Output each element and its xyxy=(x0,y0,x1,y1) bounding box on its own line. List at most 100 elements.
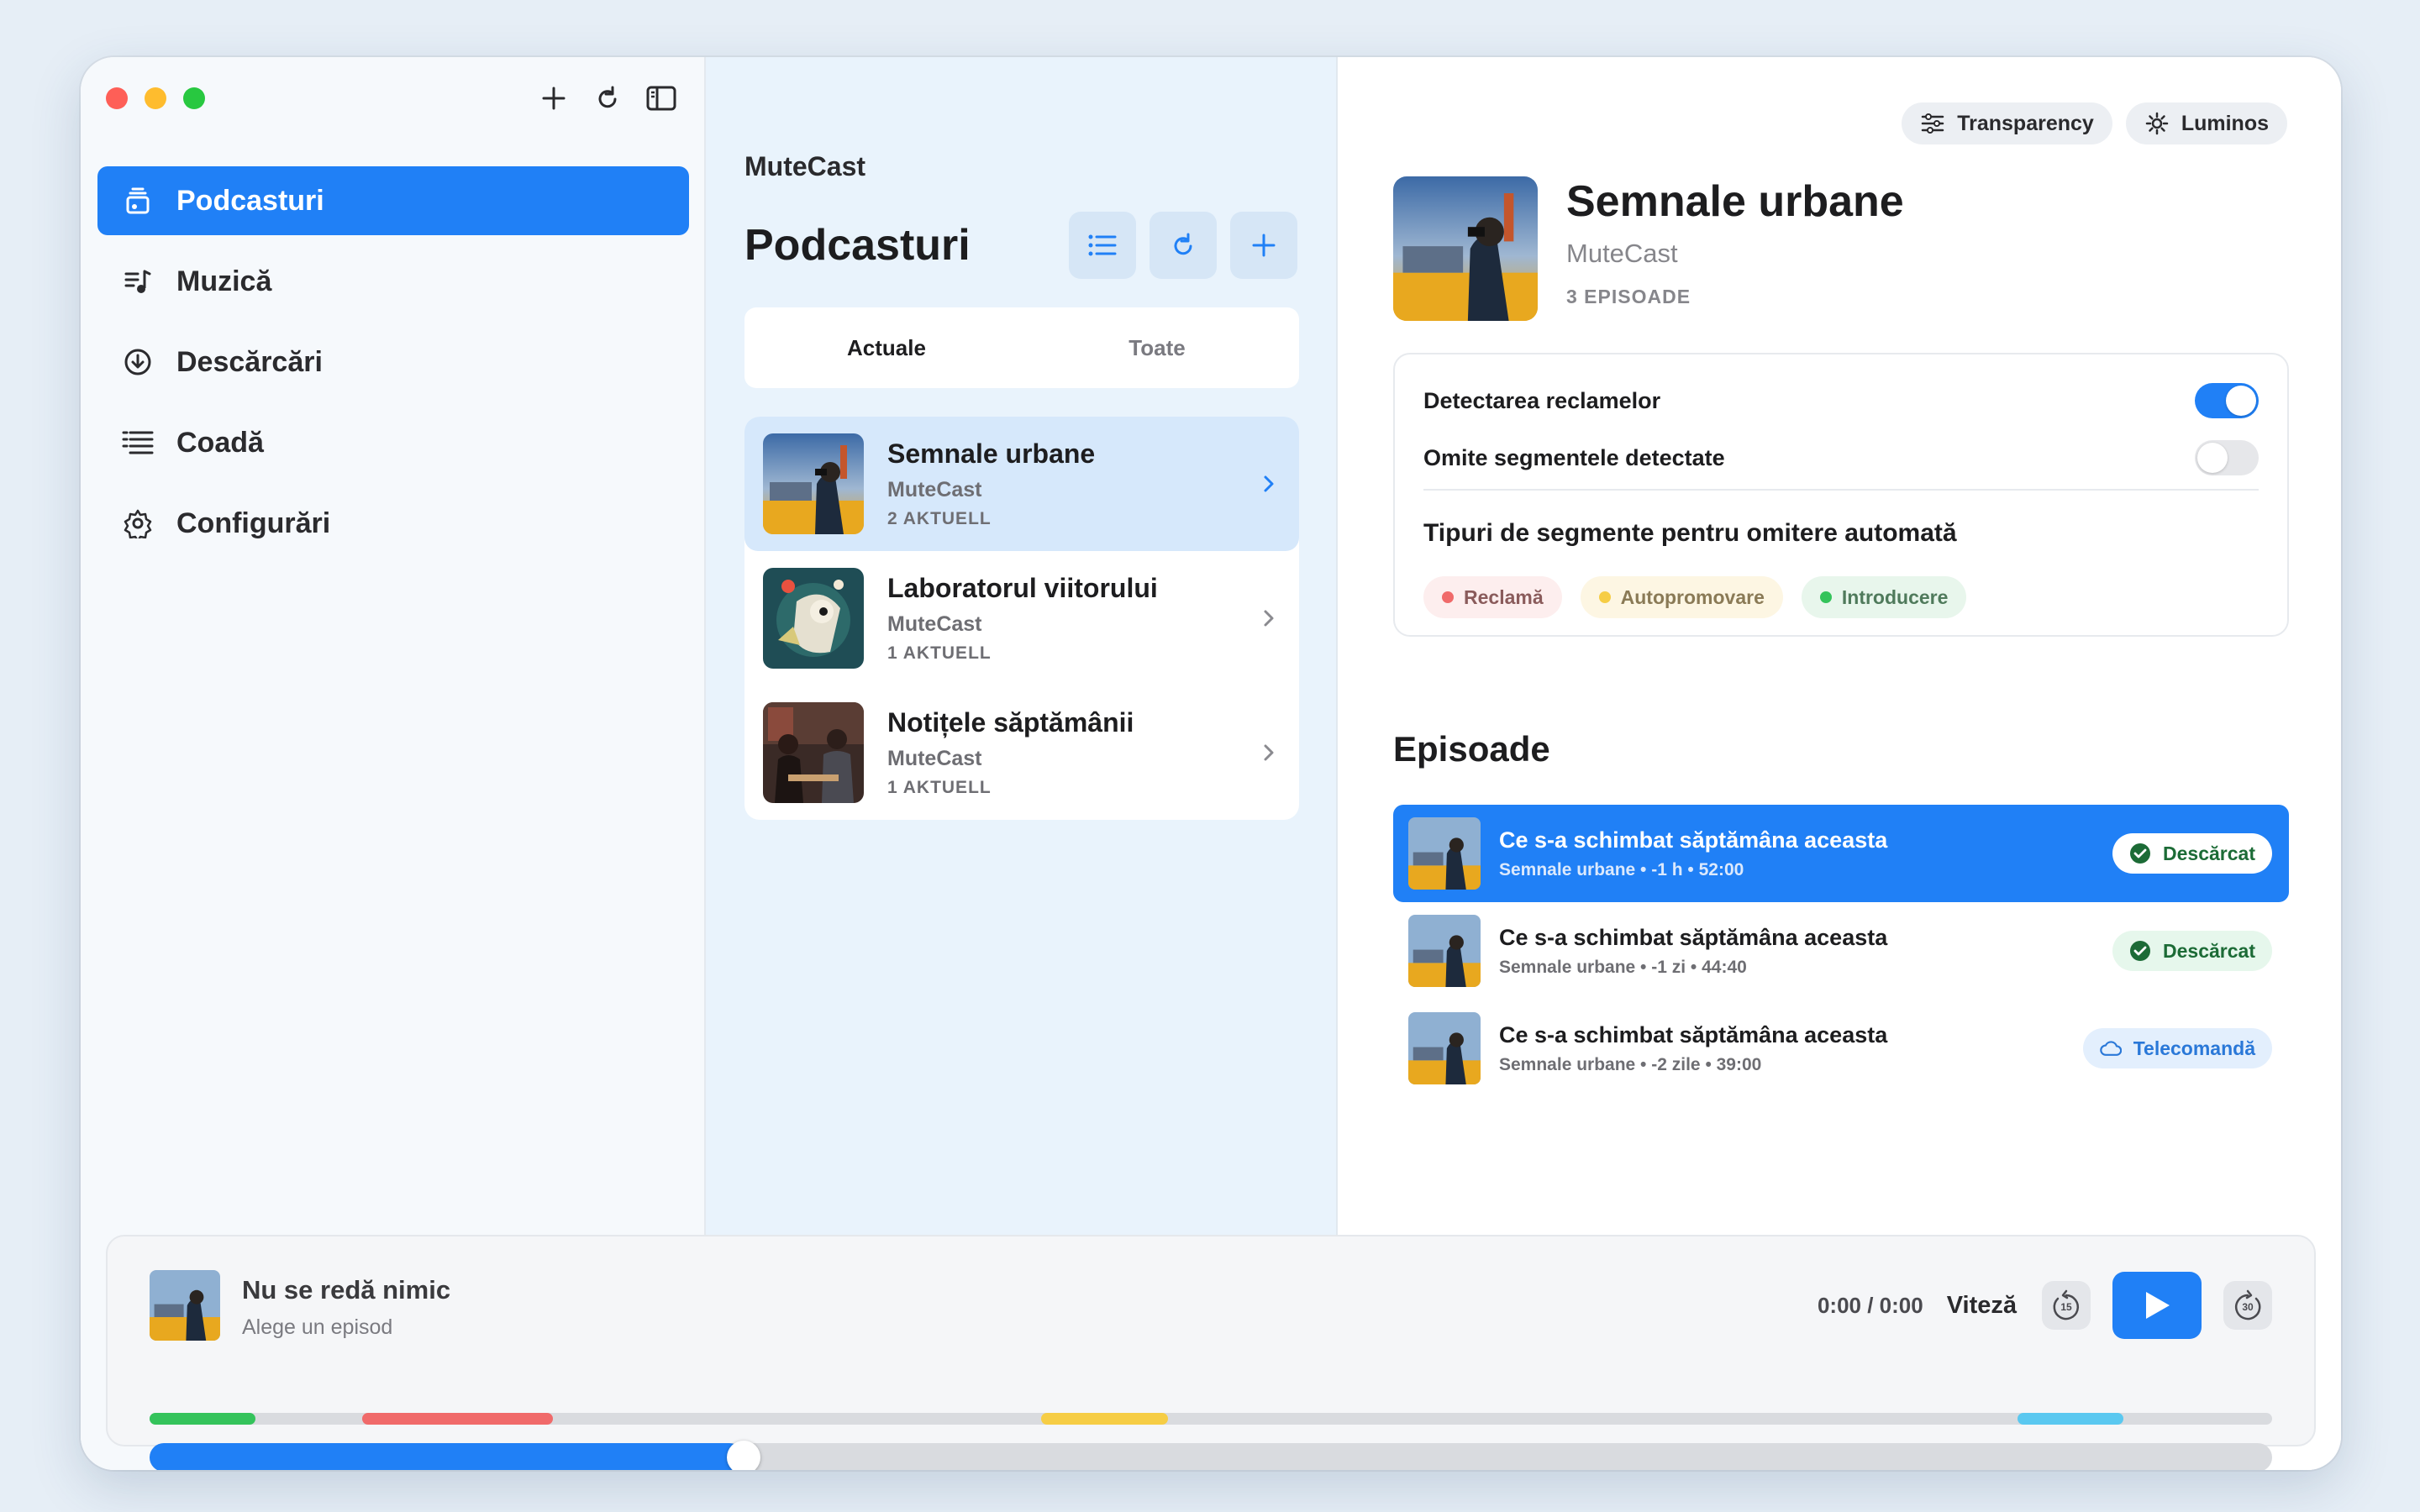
episode-title: Ce s-a schimbat săptămâna aceasta xyxy=(1499,924,1888,950)
theme-button[interactable]: Luminos xyxy=(2125,102,2287,144)
skip-forward-seconds: 30 xyxy=(2242,1301,2254,1313)
refresh-list-button[interactable] xyxy=(1150,212,1217,279)
episode-row[interactable]: Ce s-a schimbat săptămâna aceasta Semnal… xyxy=(1393,1000,2289,1097)
episode-row[interactable]: Ce s-a schimbat săptămâna aceasta Semnal… xyxy=(1393,902,2289,1000)
episode-title: Ce s-a schimbat săptămâna aceasta xyxy=(1499,827,1888,853)
detect-ads-row: Detectarea reclamelor xyxy=(1423,383,2259,418)
cloud-icon xyxy=(2100,1037,2122,1059)
episode-meta: Semnale urbane • -1 h • 52:00 xyxy=(1499,859,1744,879)
sidebar-item-label: Muzică xyxy=(176,265,272,297)
skip-segments-toggle[interactable] xyxy=(2195,440,2259,475)
segment-toate[interactable]: Toate xyxy=(1022,314,1292,381)
chevron-right-icon xyxy=(1264,744,1274,761)
sidebar-item-coada[interactable]: Coadă xyxy=(97,408,689,477)
tag-label: Reclamă xyxy=(1464,585,1544,608)
add-button[interactable] xyxy=(538,82,570,114)
skip-back-button[interactable]: 15 xyxy=(2042,1281,2091,1330)
podcast-title: Notițele săptămânii xyxy=(887,707,1134,738)
podcast-row[interactable]: Semnale urbane MuteCast 2 AKTUELL xyxy=(744,417,1299,551)
episode-row[interactable]: Ce s-a schimbat săptămâna aceasta Semnal… xyxy=(1393,805,2289,902)
tag-autopromovare[interactable]: Autopromovare xyxy=(1580,576,1783,618)
sidebar-item-muzica[interactable]: Muzică xyxy=(97,247,689,316)
sidebar-toolbar xyxy=(538,82,677,114)
sun-icon xyxy=(2144,111,2170,136)
skip-forward-30-icon: 30 xyxy=(2234,1289,2261,1320)
episode-meta: Semnale urbane • -1 zi • 44:40 xyxy=(1499,957,1747,977)
sidebar-item-descarcari[interactable]: Descărcări xyxy=(97,328,689,396)
add-podcast-button[interactable] xyxy=(1230,212,1297,279)
status-badge: Telecomandă xyxy=(2082,1028,2272,1068)
sidebar-item-label: Coadă xyxy=(176,426,264,459)
list-toolbar xyxy=(1069,212,1297,279)
zoom-window-button[interactable] xyxy=(183,87,205,109)
now-playing-title: Nu se redă nimic xyxy=(242,1275,451,1305)
sidebar-item-configurari[interactable]: Configurări xyxy=(97,489,689,558)
tag-reclama[interactable]: Reclamă xyxy=(1423,576,1562,618)
status-label: Descărcat xyxy=(2163,939,2255,962)
refresh-icon xyxy=(1174,233,1192,255)
now-playing-artwork xyxy=(150,1270,220,1341)
podcast-meta: Semnale urbane MuteCast 3 EPISOADE xyxy=(1566,176,1904,321)
podcast-row[interactable]: Laboratorul viitorului MuteCast 1 AKTUEL… xyxy=(744,551,1299,685)
theme-label: Luminos xyxy=(2181,111,2269,135)
podcast-detail-author: MuteCast xyxy=(1566,239,1678,268)
detect-ads-label: Detectarea reclamelor xyxy=(1423,387,1661,413)
time-readout: 0:00 / 0:00 xyxy=(1817,1292,1923,1318)
podcast-detail-title: Semnale urbane xyxy=(1566,177,1904,226)
status-badge: Descărcat xyxy=(2112,833,2272,874)
episodes-heading: Episoade xyxy=(1393,729,1550,769)
player-bar: Nu se redă nimic Alege un episod 0:00 / … xyxy=(106,1235,2316,1470)
segment-actuale[interactable]: Actuale xyxy=(751,314,1022,381)
podcast-artwork xyxy=(763,433,864,534)
podcast-row[interactable]: Notițele săptămânii MuteCast 1 AKTUELL xyxy=(744,685,1299,820)
podcast-stack-icon xyxy=(121,184,155,218)
plus-icon xyxy=(542,87,566,110)
minimize-window-button[interactable] xyxy=(145,87,166,109)
episode-info: Ce s-a schimbat săptămâna aceasta Semnal… xyxy=(1499,827,1887,880)
podcast-cover-art xyxy=(1393,176,1538,321)
progress-fill xyxy=(150,1443,744,1470)
sidebar-nav: Podcasturi Muzică Descărcări Coadă Confi… xyxy=(97,166,689,570)
tag-introducere[interactable]: Introducere xyxy=(1801,576,1967,618)
episode-artwork xyxy=(1408,915,1481,987)
window-controls xyxy=(106,87,205,109)
page-title: Podcasturi xyxy=(744,221,971,270)
podcast-author: MuteCast xyxy=(887,612,982,636)
detect-ads-toggle[interactable] xyxy=(2195,383,2259,418)
progress-slider[interactable] xyxy=(150,1441,2272,1470)
sliders-icon xyxy=(1920,111,1945,136)
podcast-title: Laboratorul viitorului xyxy=(887,573,1158,603)
segment-types-title: Tipuri de segmente pentru omitere automa… xyxy=(1423,519,1957,547)
skip-back-15-icon: 15 xyxy=(2053,1289,2080,1320)
episode-list: Ce s-a schimbat săptămâna aceasta Semnal… xyxy=(1393,805,2289,1097)
list-view-button[interactable] xyxy=(1069,212,1136,279)
appearance-controls: Transparency Luminos xyxy=(1902,102,2287,144)
podcast-info: Laboratorul viitorului MuteCast 1 AKTUEL… xyxy=(887,573,1158,664)
episode-title: Ce s-a schimbat săptămâna aceasta xyxy=(1499,1021,1888,1047)
status-badge: Descărcat xyxy=(2112,931,2272,971)
play-button[interactable] xyxy=(2112,1272,2202,1339)
segment-marker xyxy=(150,1413,256,1425)
sidebar-toggle-icon xyxy=(646,86,676,111)
podcast-episode-count: 1 AKTUELL xyxy=(887,643,992,663)
close-window-button[interactable] xyxy=(106,87,128,109)
podcast-author: MuteCast xyxy=(887,478,982,501)
sidebar-item-podcasturi[interactable]: Podcasturi xyxy=(97,166,689,235)
toggle-sidebar-button[interactable] xyxy=(645,82,677,114)
podcast-list: Semnale urbane MuteCast 2 AKTUELL Labora… xyxy=(744,417,1299,820)
transparency-label: Transparency xyxy=(1957,111,2094,135)
podcast-author: MuteCast xyxy=(887,747,982,770)
progress-knob[interactable] xyxy=(727,1441,761,1470)
segment-markers-track xyxy=(150,1413,2272,1425)
chevron-right-icon xyxy=(1264,475,1274,492)
filter-segmented-control: Actuale Toate xyxy=(744,307,1299,388)
skip-segments-label: Omite segmentele detectate xyxy=(1423,444,1725,470)
tag-label: Autopromovare xyxy=(1620,585,1765,608)
speed-button[interactable]: Viteză xyxy=(1947,1292,2017,1320)
checkmark-circle-icon xyxy=(2129,940,2151,962)
app-name: MuteCast xyxy=(744,151,866,181)
podcast-artwork xyxy=(763,568,864,669)
skip-forward-button[interactable]: 30 xyxy=(2223,1281,2272,1330)
transparency-button[interactable]: Transparency xyxy=(1902,102,2112,144)
refresh-button[interactable] xyxy=(592,82,623,114)
